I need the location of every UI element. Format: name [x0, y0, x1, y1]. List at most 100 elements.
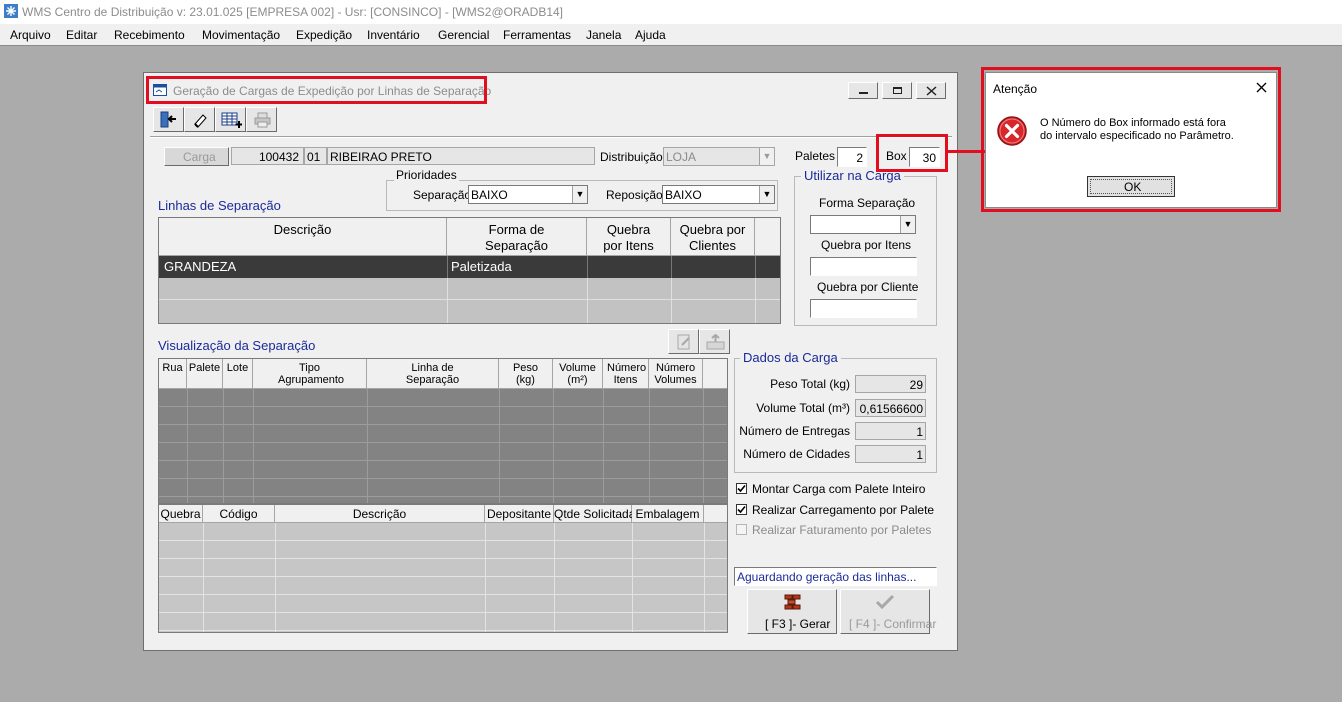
- confirmar-button[interactable]: [ F4 ]- Confirmar: [840, 589, 936, 634]
- vis-header-tipo[interactable]: Tipo Agrupamento: [253, 359, 367, 389]
- table-row[interactable]: GRANDEZA Paletizada: [159, 256, 780, 278]
- chevron-down-icon[interactable]: ▼: [759, 186, 774, 203]
- header-label: Tipo Agrupamento: [278, 362, 345, 386]
- table-row[interactable]: [159, 278, 780, 323]
- exit-toolbar-button[interactable]: [153, 107, 184, 132]
- eraser-toolbar-button[interactable]: [184, 107, 215, 132]
- grid-add-icon: [221, 112, 242, 128]
- grid-add-toolbar-button[interactable]: [215, 107, 246, 132]
- menu-movimentacao[interactable]: Movimentação: [202, 28, 280, 42]
- paletes-label: Paletes: [795, 149, 836, 163]
- status-field: Aguardando geração das linhas...: [734, 567, 937, 586]
- distribuicao-label: Distribuição: [600, 150, 663, 164]
- app-title: WMS Centro de Distribuição v: 23.01.025 …: [22, 5, 564, 19]
- det-header-spacer: [704, 505, 727, 523]
- quebra-cliente-label: Quebra por Cliente: [817, 280, 919, 294]
- gerar-label: [ F3 ]- Gerar: [765, 617, 831, 631]
- realizar-carregamento-checkbox[interactable]: [736, 504, 747, 515]
- reposicao-select[interactable]: BAIXO ▼: [662, 185, 775, 204]
- linhas-header-descricao[interactable]: Descrição: [159, 218, 447, 256]
- minimize-button[interactable]: [848, 82, 878, 99]
- close-icon: [926, 86, 937, 96]
- peso-total-label: Peso Total (kg): [770, 377, 850, 391]
- visualizacao-tool-button-1[interactable]: [668, 329, 699, 354]
- det-header-quebra[interactable]: Quebra: [159, 505, 203, 523]
- carga-number: 100432: [258, 150, 299, 164]
- toolbar-divider: [150, 136, 952, 138]
- vis-header-num-itens[interactable]: Número Itens: [603, 359, 649, 389]
- header-label: Embalagem: [635, 507, 700, 521]
- dialog-title: Atenção: [993, 82, 1038, 96]
- header-label: Descrição: [352, 507, 407, 521]
- vis-header-volume[interactable]: Volume (m²): [553, 359, 603, 389]
- paletes-field[interactable]: 2: [837, 147, 867, 167]
- header-label: Palete: [188, 362, 221, 374]
- header-label: Quebra por Itens: [603, 222, 654, 253]
- quebra-itens-field[interactable]: [810, 257, 917, 276]
- dialog-ok-button[interactable]: OK: [1087, 176, 1175, 197]
- vis-header-palete[interactable]: Palete: [187, 359, 223, 389]
- vis-header-num-volumes[interactable]: Número Volumes: [649, 359, 703, 389]
- menu-bar: Arquivo Editar Recebimento Movimentação …: [0, 24, 1342, 46]
- vis-header-linha[interactable]: Linha de Separação: [367, 359, 499, 389]
- menu-inventario[interactable]: Inventário: [367, 28, 420, 42]
- distribuicao-select[interactable]: LOJA ▼: [663, 147, 775, 166]
- close-window-button[interactable]: [916, 82, 946, 99]
- checkmark-icon: [875, 594, 895, 610]
- menu-expedicao[interactable]: Expedição: [296, 28, 352, 42]
- vis-header-peso[interactable]: Peso (kg): [499, 359, 553, 389]
- header-label: Quebra por Clientes: [679, 222, 746, 253]
- error-icon: [996, 115, 1028, 147]
- det-header-embalagem[interactable]: Embalagem: [632, 505, 704, 523]
- menu-janela[interactable]: Janela: [586, 28, 621, 42]
- header-label: Volume (m²): [559, 362, 596, 386]
- vis-header-lote[interactable]: Lote: [223, 359, 253, 389]
- realizar-faturamento-checkbox[interactable]: [736, 524, 747, 535]
- vis-header-rua[interactable]: Rua: [159, 359, 187, 389]
- vis-grid-lines: [159, 389, 727, 503]
- det-header-depositante[interactable]: Depositante: [485, 505, 554, 523]
- montar-checkbox[interactable]: [736, 483, 747, 494]
- header-label: Código: [219, 507, 258, 521]
- gerar-button[interactable]: [ F3 ]- Gerar: [747, 589, 837, 634]
- row-forma: Paletizada: [451, 259, 512, 274]
- checkmark-icon: [737, 484, 746, 493]
- volume-total-label: Volume Total (m³): [756, 401, 850, 415]
- menu-editar[interactable]: Editar: [66, 28, 97, 42]
- forma-separacao-select[interactable]: ▼: [810, 215, 916, 234]
- menu-gerencial[interactable]: Gerencial: [438, 28, 489, 42]
- carga-number-field: 100432: [231, 147, 304, 165]
- header-label: Número Volumes: [654, 362, 697, 386]
- dialog-close-button[interactable]: [1250, 77, 1272, 97]
- realizar-faturamento-label: Realizar Faturamento por Paletes: [752, 523, 932, 537]
- menu-ajuda[interactable]: Ajuda: [635, 28, 666, 42]
- print-toolbar-button[interactable]: [246, 107, 277, 132]
- export-icon: [706, 334, 725, 350]
- menu-arquivo[interactable]: Arquivo: [10, 28, 51, 42]
- chevron-down-icon[interactable]: ▼: [759, 148, 774, 165]
- linhas-header-quebra-clientes[interactable]: Quebra por Clientes: [671, 218, 755, 256]
- menu-recebimento[interactable]: Recebimento: [114, 28, 185, 42]
- det-header-descricao[interactable]: Descrição: [275, 505, 485, 523]
- peso-total-field: 29: [855, 375, 926, 393]
- carga-city: RIBEIRAO PRETO: [330, 150, 432, 164]
- vis-header-spacer: [703, 359, 727, 389]
- chevron-down-icon[interactable]: ▼: [900, 216, 915, 233]
- paletes-value: 2: [856, 151, 863, 165]
- quebra-itens-label: Quebra por Itens: [821, 238, 912, 252]
- linhas-header-forma[interactable]: Forma de Separação: [447, 218, 587, 256]
- dialog-ok-label: OK: [1124, 180, 1142, 194]
- header-label: Rua: [162, 362, 183, 374]
- linhas-header-quebra-itens[interactable]: Quebra por Itens: [587, 218, 671, 256]
- num-entregas-value: 1: [916, 425, 923, 439]
- chevron-down-icon[interactable]: ▼: [572, 186, 587, 203]
- dados-title: Dados da Carga: [740, 350, 841, 365]
- separacao-select[interactable]: BAIXO ▼: [468, 185, 588, 204]
- visualizacao-tool-button-2[interactable]: [699, 329, 730, 354]
- carga-button[interactable]: Carga: [164, 147, 229, 166]
- menu-ferramentas[interactable]: Ferramentas: [503, 28, 571, 42]
- restore-button[interactable]: [882, 82, 912, 99]
- det-header-qtde[interactable]: Qtde Solicitada: [554, 505, 635, 523]
- det-header-codigo[interactable]: Código: [203, 505, 275, 523]
- quebra-cliente-field[interactable]: [810, 299, 917, 318]
